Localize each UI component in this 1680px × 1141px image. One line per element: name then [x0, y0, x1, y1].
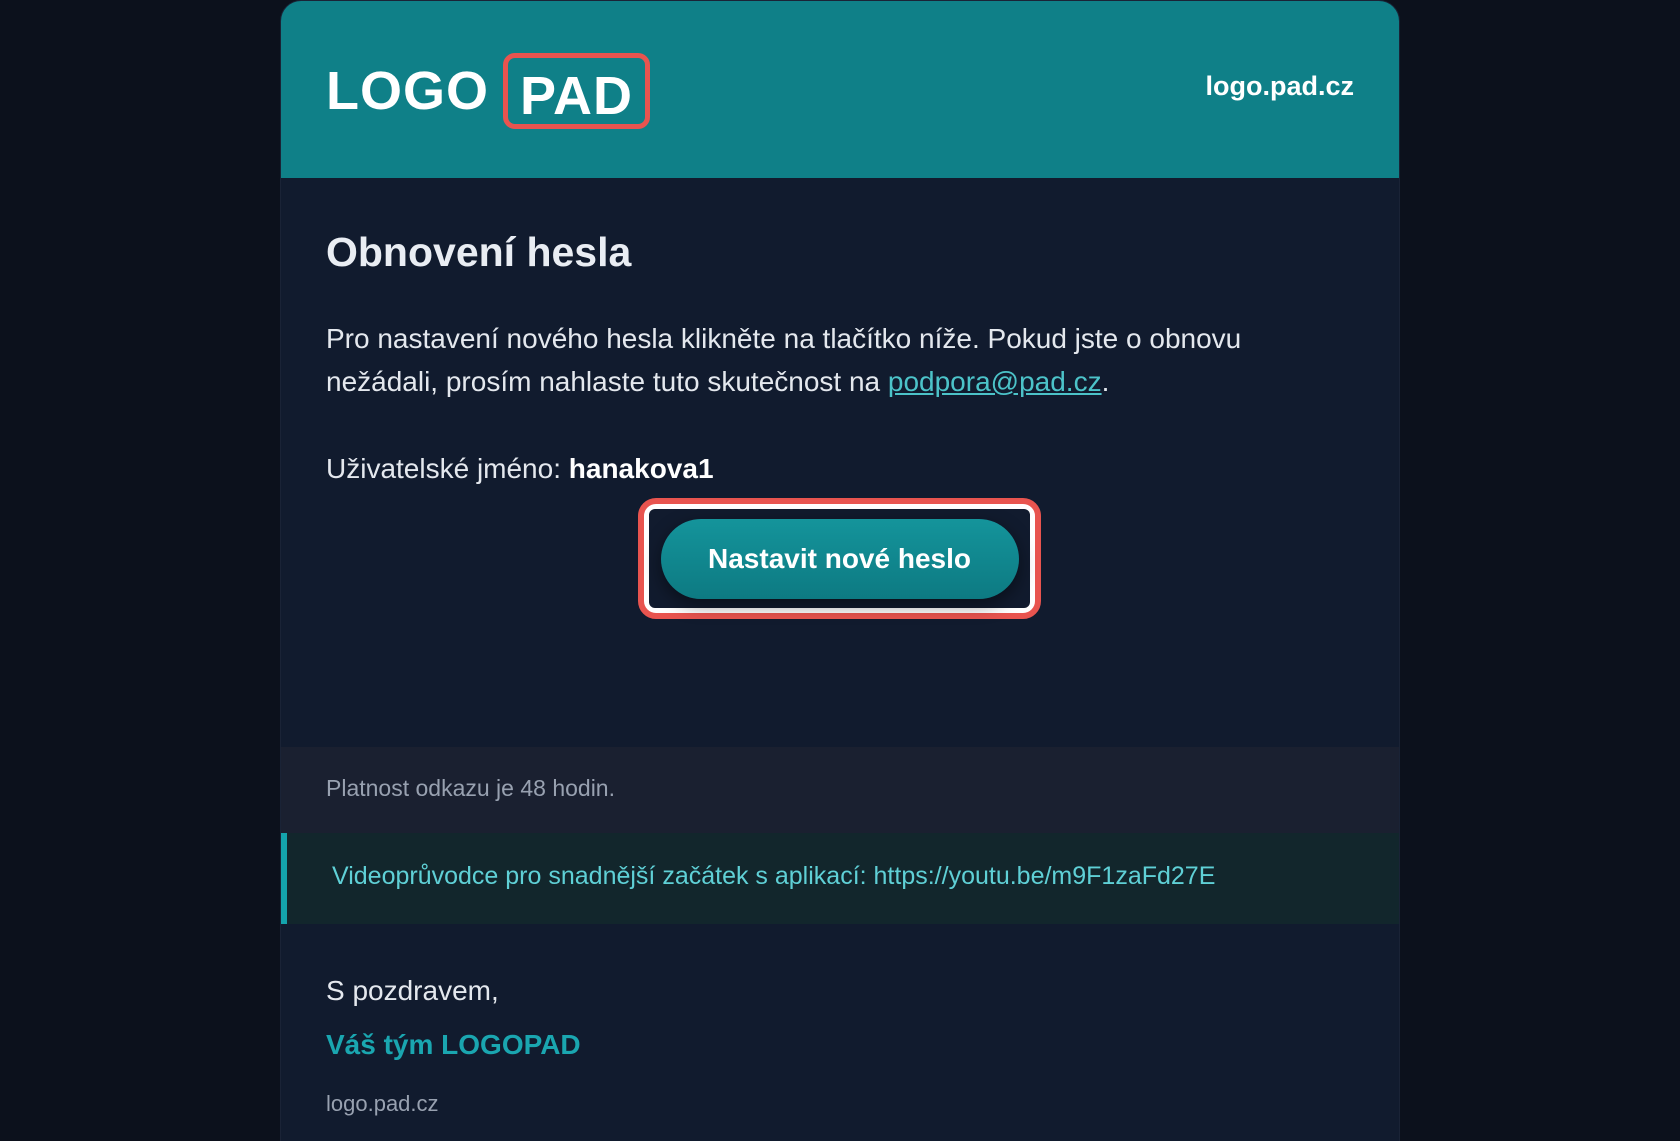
- email-header: LOGO PAD logo.pad.cz: [281, 1, 1399, 178]
- intro-paragraph: Pro nastavení nového hesla klikněte na t…: [326, 317, 1336, 403]
- logo: LOGO PAD: [326, 51, 651, 131]
- validity-note: Platnost odkazu je 48 hodin.: [326, 775, 615, 801]
- greeting: S pozdravem,: [326, 975, 499, 1006]
- support-email-link[interactable]: podpora@pad.cz: [888, 366, 1102, 397]
- footer-domain-link[interactable]: logo.pad.cz: [326, 1091, 439, 1117]
- email-card: LOGO PAD logo.pad.cz Obnovení hesla Pro …: [281, 1, 1399, 1141]
- video-guide-link[interactable]: Videoprůvodce pro snadnější začátek s ap…: [332, 862, 1215, 891]
- validity-section: Platnost odkazu je 48 hodin.: [281, 747, 1399, 833]
- team-signature: Váš tým LOGOPAD: [326, 1029, 581, 1060]
- button-highlight-inner: Nastavit nové heslo: [649, 509, 1030, 608]
- video-guide-callout: Videoprůvodce pro snadnější začátek s ap…: [281, 833, 1399, 924]
- logo-text-right: PAD: [503, 53, 651, 129]
- set-new-password-button[interactable]: Nastavit nové heslo: [660, 518, 1019, 599]
- page-title: Obnovení hesla: [326, 229, 632, 275]
- intro-end: .: [1101, 366, 1110, 397]
- username-line: Uživatelské jméno: hanakova1: [326, 453, 714, 485]
- username-label: Uživatelské jméno:: [326, 453, 569, 484]
- header-domain-link[interactable]: logo.pad.cz: [1206, 71, 1355, 102]
- logo-text-left: LOGO: [326, 61, 489, 121]
- button-highlight-frame: Nastavit nové heslo: [638, 498, 1041, 619]
- username-value: hanakova1: [568, 453, 714, 484]
